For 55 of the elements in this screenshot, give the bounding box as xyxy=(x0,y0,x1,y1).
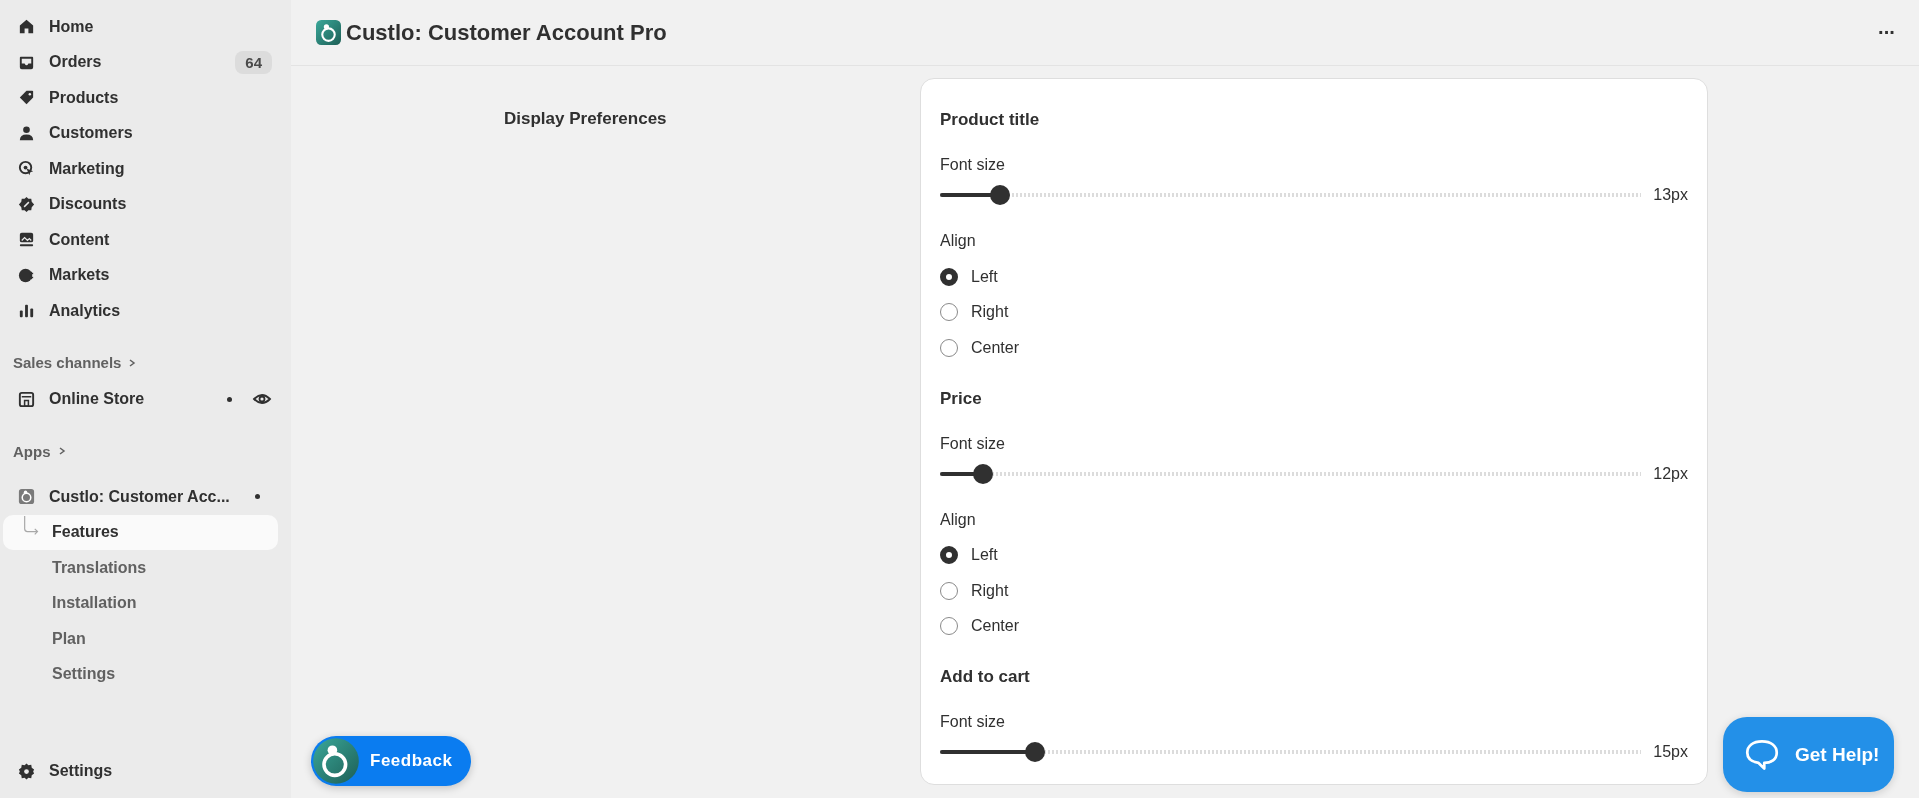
slider-value: 15px xyxy=(1653,743,1688,761)
radio-label[interactable]: Center xyxy=(971,617,1020,636)
nav-item[interactable]: Products xyxy=(0,80,291,116)
app-logo-icon xyxy=(316,20,341,45)
nav-item[interactable]: Home xyxy=(0,9,291,45)
slider-thumb[interactable] xyxy=(990,185,1011,205)
nav-item[interactable]: Content xyxy=(0,222,291,258)
slider-thumb[interactable] xyxy=(973,463,994,484)
radio-label[interactable]: Left xyxy=(971,267,998,286)
nav-item[interactable]: Marketing xyxy=(0,151,291,187)
section-heading[interactable]: Sales channels xyxy=(0,348,291,377)
slider-value: 12px xyxy=(1653,464,1688,483)
radio-button[interactable] xyxy=(940,546,958,565)
count-badge: 64 xyxy=(235,50,272,74)
group-title: Product title xyxy=(940,109,1041,131)
sub-nav-item[interactable]: Installation xyxy=(3,585,278,621)
sub-nav-item[interactable]: Features xyxy=(3,514,278,550)
more-actions-button[interactable]: ··· xyxy=(1874,21,1899,44)
nav-item[interactable]: Settings xyxy=(0,753,291,789)
field-label: Align xyxy=(940,231,977,251)
group-title: Price xyxy=(940,387,983,410)
nav-item[interactable]: Markets xyxy=(0,257,291,293)
slider-value: 13px xyxy=(1653,186,1688,204)
person-icon xyxy=(17,123,36,143)
sub-nav-item[interactable]: Translations xyxy=(3,550,278,586)
nav-item[interactable]: Customers xyxy=(0,115,291,151)
radio-label[interactable]: Right xyxy=(971,581,1009,600)
radio-label[interactable]: Center xyxy=(971,338,1020,357)
nav-item[interactable]: Discounts xyxy=(0,186,291,222)
chat-bubble-icon xyxy=(1745,737,1779,772)
nav-item[interactable]: Orders 64 xyxy=(0,44,291,80)
radio-label[interactable]: Left xyxy=(971,546,998,565)
field-label: Font size xyxy=(940,155,1006,175)
badge-icon xyxy=(17,194,36,214)
nav-item[interactable]: Online Store xyxy=(0,381,291,417)
sub-nav-item[interactable]: Plan xyxy=(3,621,278,657)
section-label: Display Preferences xyxy=(504,109,667,128)
field-label: Align xyxy=(940,509,977,530)
field-label: Font size xyxy=(940,712,1006,732)
section-heading[interactable]: Apps xyxy=(0,437,291,465)
nav-item[interactable]: Custlo: Customer Acc... xyxy=(0,479,291,515)
chevron-right-icon xyxy=(127,357,138,368)
sub-nav-item[interactable]: Settings xyxy=(3,656,278,692)
app-icon xyxy=(17,487,36,507)
app-logo-icon xyxy=(312,737,360,785)
nav-item[interactable]: Analytics xyxy=(0,293,291,329)
feedback-button[interactable]: Feedback xyxy=(311,736,471,786)
radio-button[interactable] xyxy=(940,267,958,286)
page-title: Custlo: Customer Account Pro xyxy=(346,19,667,46)
radio-label[interactable]: Right xyxy=(971,303,1009,322)
group-title: Add to cart xyxy=(940,666,1031,688)
store-icon xyxy=(17,389,36,409)
slider-thumb[interactable] xyxy=(1025,742,1046,762)
settings-icon xyxy=(17,761,36,781)
field-label: Font size xyxy=(940,433,1006,454)
